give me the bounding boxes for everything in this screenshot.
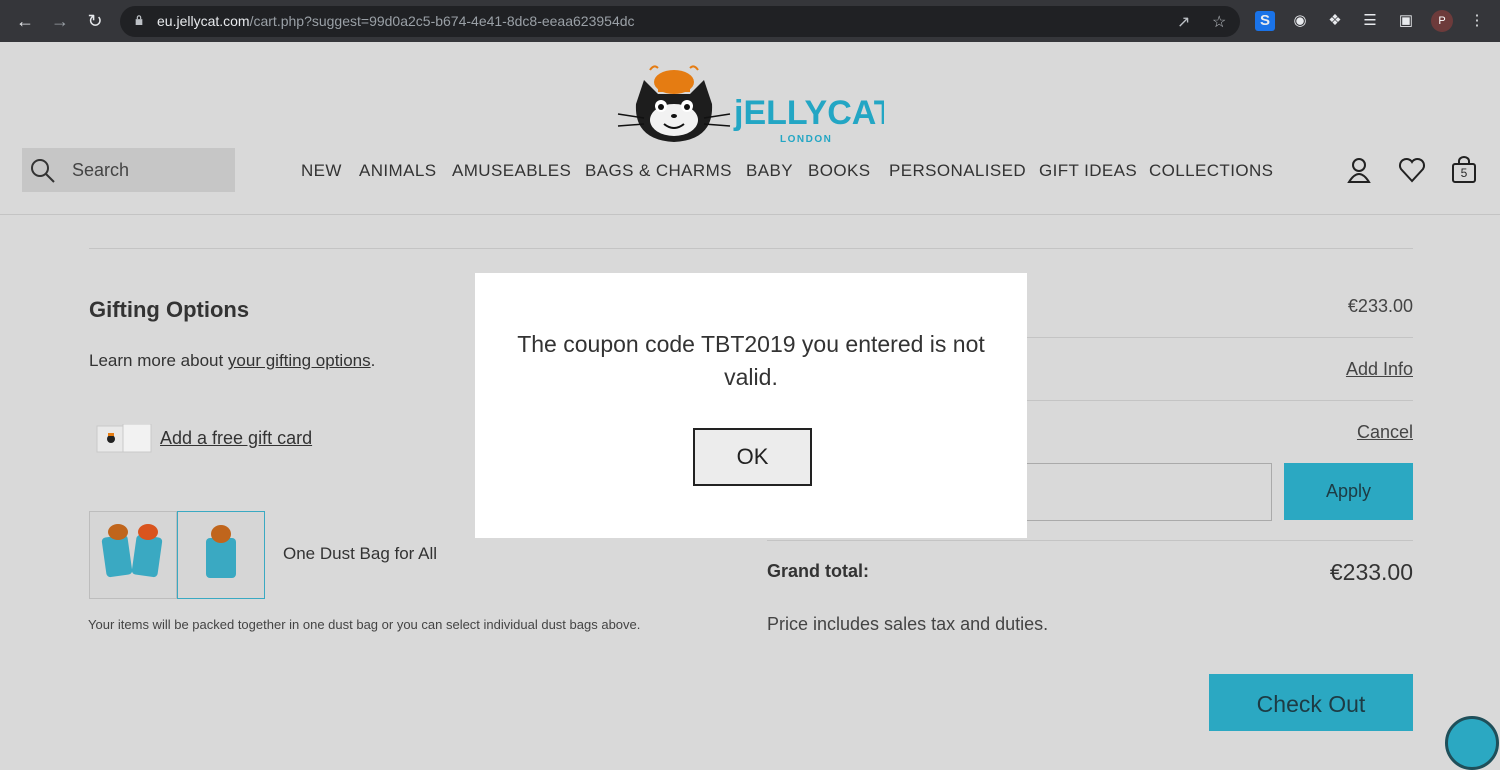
subtotal-value: €233.00 — [1347, 296, 1413, 316]
nav-bags-charms[interactable]: BAGS & CHARMS — [585, 161, 732, 181]
ok-button[interactable]: OK — [693, 428, 812, 486]
one-dust-bag-image — [206, 525, 236, 578]
back-icon[interactable]: ← — [14, 10, 36, 32]
one-dust-bag-option[interactable] — [177, 511, 265, 599]
gifting-options-link[interactable]: your gifting options — [228, 351, 371, 370]
add-gift-card-link[interactable]: Add a free gift card — [160, 428, 312, 449]
coupon-error-dialog: The coupon code TBT2019 you entered is n… — [475, 273, 1027, 538]
nav-personalised[interactable]: PERSONALISED — [889, 161, 1026, 181]
site-header: jELLYCAT LONDON Search NEW ANIMALS AMUSE… — [0, 42, 1500, 215]
chat-widget-icon[interactable] — [1445, 716, 1499, 770]
divider — [1000, 400, 1413, 401]
grand-total-label: Grand total: — [767, 561, 869, 581]
reload-icon[interactable]: ↻ — [84, 10, 106, 32]
add-info-link[interactable]: Add Info — [1346, 359, 1413, 380]
gifting-title: Gifting Options — [89, 297, 250, 322]
dust-bag-label: One Dust Bag for All — [283, 544, 438, 563]
coupon-code-input[interactable] — [1000, 463, 1272, 521]
gifting-learn-more: Learn more about your gifting options. — [89, 351, 376, 370]
more-menu-icon[interactable]: ⋮ — [1467, 11, 1487, 31]
individual-dust-bags-option[interactable] — [89, 511, 177, 599]
logo-wordmark: jELLYCAT — [733, 94, 884, 132]
divider — [1000, 337, 1413, 338]
dust-bag-note: Your items will be packed together in on… — [88, 617, 641, 632]
dialog-message: The coupon code TBT2019 you entered is n… — [517, 331, 985, 390]
side-panel-icon[interactable]: ▣ — [1396, 11, 1416, 31]
extension-s-icon[interactable]: S — [1255, 11, 1275, 31]
individual-dust-bags-image — [101, 524, 163, 578]
wishlist-heart-icon[interactable] — [1398, 156, 1426, 184]
account-icon[interactable] — [1346, 156, 1372, 184]
url-text: eu.jellycat.com/cart.php?suggest=99d0a2c… — [157, 13, 635, 29]
browser-toolbar: ← → ↻ eu.jellycat.com/cart.php?suggest=9… — [0, 0, 1500, 42]
nav-amuseables[interactable]: AMUSEABLES — [452, 161, 571, 181]
main-nav: NEW ANIMALS AMUSEABLES BAGS & CHARMS BAB… — [0, 161, 1500, 185]
divider — [767, 540, 1413, 541]
nav-new[interactable]: NEW — [301, 161, 342, 181]
media-queue-icon[interactable]: ☰ — [1360, 11, 1380, 31]
extension-circle-icon[interactable]: ◉ — [1290, 11, 1310, 31]
bookmark-star-icon[interactable]: ☆ — [1212, 12, 1226, 32]
divider — [89, 248, 1413, 249]
profile-avatar[interactable]: P — [1431, 10, 1453, 32]
cart-count: 5 — [1460, 166, 1468, 180]
nav-books[interactable]: BOOKS — [808, 161, 870, 181]
apply-coupon-button[interactable]: Apply — [1284, 463, 1413, 520]
forward-icon[interactable]: → — [49, 10, 71, 32]
nav-animals[interactable]: ANIMALS — [359, 161, 436, 181]
share-icon[interactable]: ↗ — [1177, 12, 1190, 32]
nav-gift-ideas[interactable]: GIFT IDEAS — [1039, 161, 1137, 181]
grand-total-value: €233.00 — [1329, 559, 1413, 585]
address-bar[interactable]: eu.jellycat.com/cart.php?suggest=99d0a2c… — [120, 6, 1240, 37]
checkout-button[interactable]: Check Out — [1209, 674, 1413, 731]
cart-bag-icon[interactable]: 5 — [1451, 156, 1477, 184]
nav-collections[interactable]: COLLECTIONS — [1149, 161, 1273, 181]
tax-note: Price includes sales tax and duties. — [767, 614, 1049, 634]
nav-baby[interactable]: BABY — [746, 161, 793, 181]
extensions-puzzle-icon[interactable]: ❖ — [1325, 11, 1345, 31]
logo-sub: LONDON — [780, 134, 832, 145]
gift-card-thumbnail — [96, 424, 152, 453]
cancel-coupon-link[interactable]: Cancel — [1357, 422, 1413, 443]
lock-icon — [135, 15, 143, 25]
jellycat-logo[interactable]: jELLYCAT LONDON — [614, 62, 884, 152]
